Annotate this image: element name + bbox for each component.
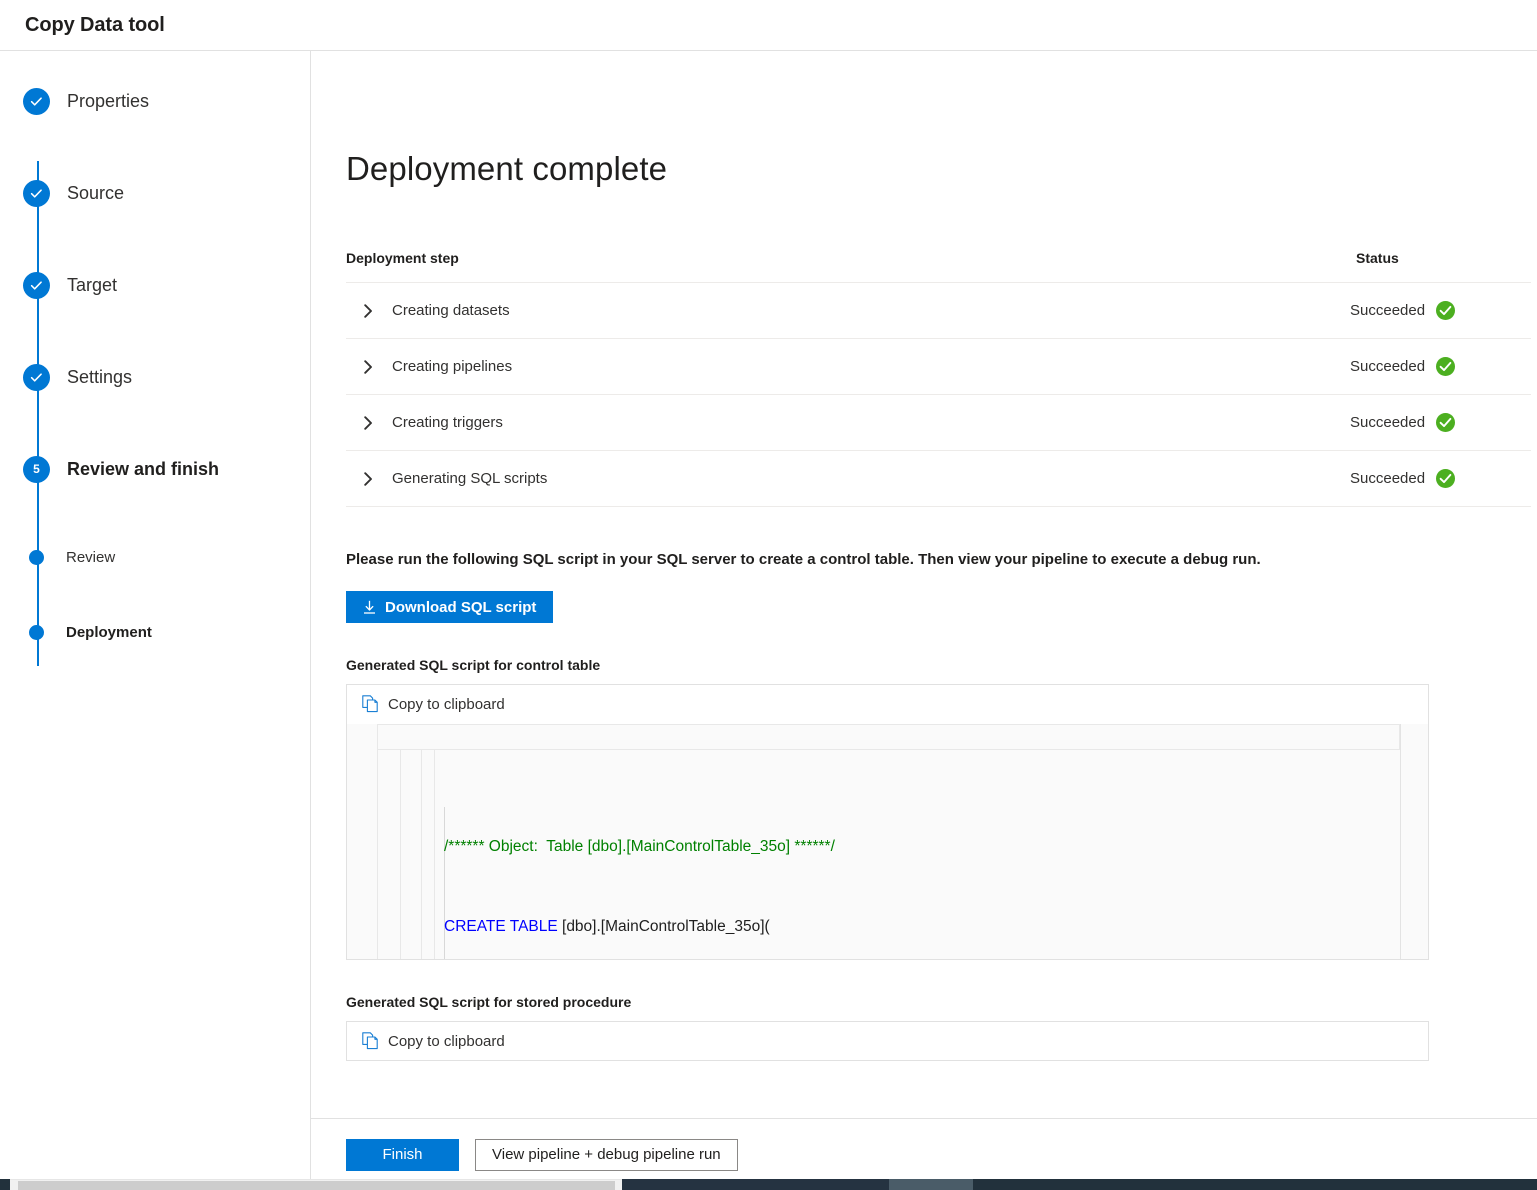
cell-deployment-step: Creating pipelines (346, 339, 1350, 395)
wizard-step-label: Source (67, 183, 124, 204)
dot-icon (29, 625, 44, 640)
download-sql-script-label: Download SQL script (385, 599, 536, 616)
copy-to-clipboard-button-stored-procedure[interactable]: Copy to clipboard (347, 1022, 1428, 1060)
table-row: Generating SQL scripts Succeeded (346, 451, 1531, 507)
chevron-right-icon[interactable] (364, 472, 384, 486)
status-text: Succeeded (1350, 470, 1425, 487)
table-row: Creating pipelines Succeeded (346, 339, 1531, 395)
wizard-step-label: Properties (67, 91, 149, 112)
dot-icon (29, 550, 44, 565)
table-header-row: Deployment step Status (346, 250, 1531, 283)
column-header-deployment-step: Deployment step (346, 250, 1350, 283)
wizard-step-target[interactable]: Target (0, 271, 310, 299)
copy-to-clipboard-label: Copy to clipboard (388, 696, 505, 713)
check-icon (23, 180, 50, 207)
wizard-substep-review[interactable]: Review (0, 547, 310, 567)
table-row: Creating datasets Succeeded (346, 283, 1531, 339)
deployment-status-table: Deployment step Status Creati (346, 250, 1531, 507)
control-table-code-card: Copy to clipboard /****** Object: Table … (346, 684, 1429, 960)
editor-top-strip (377, 724, 1400, 750)
taskbar-segment-one (622, 1179, 889, 1190)
bottom-os-strip (0, 1179, 1537, 1190)
editor-gutter-fold (422, 750, 435, 959)
editor-gutter-glyph-margin (377, 750, 401, 959)
deployment-step-label: Creating triggers (392, 414, 503, 431)
step-number-badge: 5 (23, 456, 50, 483)
cell-status: Succeeded (1350, 451, 1531, 507)
wizard-substep-deployment[interactable]: Deployment (0, 622, 310, 642)
check-icon (23, 364, 50, 391)
sql-code-content: /****** Object: Table [dbo].[MainControl… (435, 750, 1428, 959)
wizard-step-label: Settings (67, 367, 132, 388)
stored-procedure-code-card: Copy to clipboard (346, 1021, 1429, 1061)
chevron-right-icon[interactable] (364, 360, 384, 374)
status-text: Succeeded (1350, 302, 1425, 319)
wizard-step-review-and-finish[interactable]: 5 Review and finish (0, 455, 310, 483)
page-title: Copy Data tool (25, 14, 165, 37)
success-check-icon (1436, 301, 1455, 320)
wizard-step-label: Target (67, 275, 117, 296)
editor-gutter-outer (347, 750, 377, 959)
chevron-right-icon[interactable] (364, 416, 384, 430)
cell-deployment-step: Generating SQL scripts (346, 451, 1350, 507)
cell-deployment-step: Creating triggers (346, 395, 1350, 451)
code-line: /****** Object: Table [dbo].[MainControl… (444, 834, 1428, 861)
control-table-section-label: Generated SQL script for control table (346, 657, 1437, 673)
view-pipeline-debug-run-button[interactable]: View pipeline + debug pipeline run (475, 1139, 738, 1171)
horizontal-scrollbar-thumb[interactable] (18, 1181, 615, 1190)
wizard-step-properties[interactable]: Properties (0, 87, 310, 115)
check-icon (23, 272, 50, 299)
content-scroll-area: Deployment complete Deployment step Stat… (311, 51, 1537, 1118)
deployment-step-label: Creating datasets (392, 302, 510, 319)
wizard-connector-line (37, 161, 39, 666)
wizard-step-settings[interactable]: Settings (0, 363, 310, 391)
wizard-step-label: Review and finish (67, 459, 219, 480)
cell-status: Succeeded (1350, 339, 1531, 395)
editor-gutter-line-numbers (401, 750, 422, 959)
content-pane: Deployment complete Deployment step Stat… (311, 51, 1537, 1190)
wizard-substep-label: Deployment (66, 624, 152, 641)
column-header-status: Status (1350, 250, 1531, 283)
cell-status: Succeeded (1350, 395, 1531, 451)
wizard-substep-label: Review (66, 549, 115, 566)
success-check-icon (1436, 413, 1455, 432)
taskbar-segment-two (889, 1179, 973, 1190)
copy-to-clipboard-label: Copy to clipboard (388, 1033, 505, 1050)
app-header: Copy Data tool (0, 0, 1537, 51)
chevron-right-icon[interactable] (364, 304, 384, 318)
wizard-sidebar: Properties Source Target Settings (0, 51, 311, 1190)
status-text: Succeeded (1350, 414, 1425, 431)
step-number: 5 (33, 463, 40, 475)
success-check-icon (1436, 357, 1455, 376)
wizard-step-source[interactable]: Source (0, 179, 310, 207)
code-line: CREATE TABLE [dbo].[MainControlTable_35o… (444, 914, 1428, 941)
success-check-icon (1436, 469, 1455, 488)
cell-status: Succeeded (1350, 283, 1531, 339)
scrollbar-corner (0, 1179, 10, 1190)
deployment-step-label: Generating SQL scripts (392, 470, 547, 487)
table-row: Creating triggers Succeeded (346, 395, 1531, 451)
sql-code-editor-control-table[interactable]: /****** Object: Table [dbo].[MainControl… (347, 723, 1428, 959)
copy-icon (362, 695, 379, 713)
cell-deployment-step: Creating datasets (346, 283, 1350, 339)
check-icon (23, 88, 50, 115)
main-layout: Properties Source Target Settings (0, 51, 1537, 1190)
copy-to-clipboard-button-control-table[interactable]: Copy to clipboard (347, 685, 1428, 723)
instruction-text: Please run the following SQL script in y… (346, 551, 1437, 568)
deployment-step-label: Creating pipelines (392, 358, 512, 375)
finish-button[interactable]: Finish (346, 1139, 459, 1171)
status-text: Succeeded (1350, 358, 1425, 375)
copy-icon (362, 1032, 379, 1050)
download-sql-script-button[interactable]: Download SQL script (346, 591, 553, 623)
editor-minimap-divider (1400, 724, 1401, 959)
stored-procedure-section-label: Generated SQL script for stored procedur… (346, 994, 1437, 1010)
taskbar-segment-three (973, 1179, 1537, 1190)
download-icon (363, 600, 376, 615)
deployment-complete-heading: Deployment complete (346, 150, 1437, 188)
